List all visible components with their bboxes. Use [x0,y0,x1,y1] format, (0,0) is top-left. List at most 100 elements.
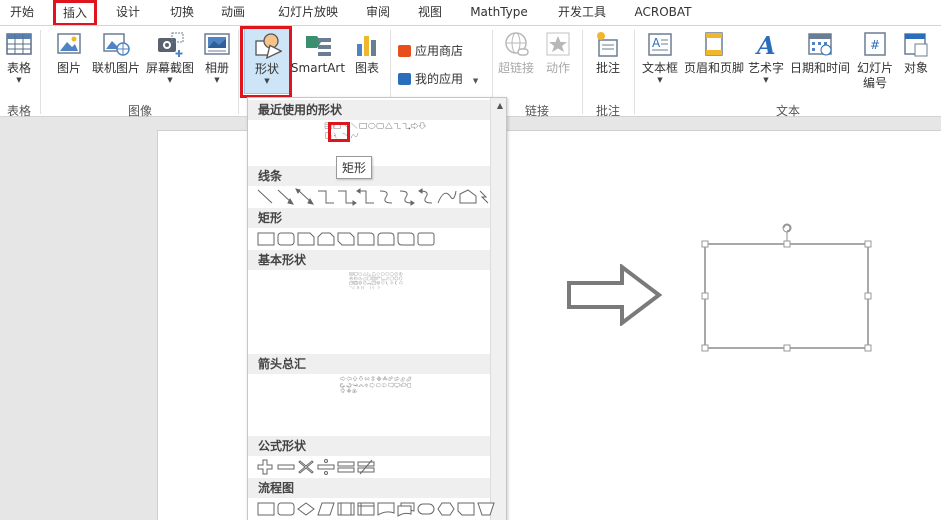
tab-transitions[interactable]: 切换 [162,0,202,26]
header-footer-label: 页眉和页脚 [683,61,744,75]
smartart-label: SmartArt [290,61,346,75]
wordart-label: 艺术字 [747,61,784,75]
section-equation-shapes: 公式形状 [248,436,490,456]
app-store-button[interactable]: 应用商店 [398,42,463,59]
hyperlink-button[interactable]: 超链接 [496,30,536,76]
chevron-down-icon: ▼ [16,76,22,84]
online-picture-button[interactable]: 联机图片 [88,30,144,76]
tab-view[interactable]: 视图 [410,0,450,26]
chart-icon [357,36,376,56]
svg-text:7: 7 [395,274,396,276]
tab-slideshow[interactable]: 幻灯片放映 [272,0,344,26]
online-picture-icon [103,33,130,56]
svg-text:#: # [870,38,880,52]
tooltip-rectangle: 矩形 [336,156,373,179]
section-basic-shapes: 基本形状 [248,250,490,270]
object-label: 对象 [903,61,928,75]
chevron-down-icon: ▼ [264,77,270,85]
textbox-button[interactable]: A 文本框 ▼ [640,30,680,84]
group-label-images: 图像 [127,104,152,118]
slide-number-label-line2: 编号 [862,76,887,90]
flowchart-row[interactable] [256,500,496,518]
scroll-up-icon[interactable]: ▲ [497,101,503,110]
online-picture-label: 联机图片 [91,61,140,75]
screenshot-icon [158,32,184,57]
date-time-label: 日期和时间 [789,61,850,75]
smartart-icon [306,36,331,56]
smartart-button[interactable]: SmartArt [290,30,346,76]
shapes-dropdown: ▲ 最近使用的形状 线条 矩形 基本形状 7 8 10 12 箭头总汇 公式形状… [247,97,507,520]
recent-shapes-row[interactable] [256,122,496,140]
divider [634,30,635,114]
screenshot-button[interactable]: 屏幕截图 ▼ [144,30,196,84]
tab-design[interactable]: 设计 [108,0,148,26]
shapes-button[interactable]: 形状 ▼ [244,28,290,94]
table-label: 表格 [6,61,31,75]
chevron-down-icon: ▼ [472,77,479,85]
photo-album-icon [204,33,230,55]
tab-acrobat[interactable]: ACROBAT [628,0,698,26]
action-button[interactable]: 动作 [540,30,576,76]
picture-button[interactable]: 图片 [52,30,86,76]
comment-icon [597,32,618,57]
screenshot-label: 屏幕截图 [145,61,194,75]
tab-review[interactable]: 审阅 [358,0,398,26]
block-arrows-grid[interactable] [256,376,496,394]
date-time-button[interactable]: 日期和时间 [788,30,852,76]
right-arrow-shape [567,264,662,326]
comment-button[interactable]: 批注 [590,30,626,76]
lines-row[interactable] [256,188,496,206]
equation-shapes-row[interactable] [256,458,496,476]
section-rectangles: 矩形 [248,208,490,228]
basic-shapes-grid[interactable]: 7 8 10 12 [256,272,496,290]
my-apps-label: 我的应用 [415,72,464,86]
rectangles-row[interactable] [256,230,496,248]
calendar-icon [808,33,832,56]
table-button[interactable]: 表格 ▼ [2,30,36,84]
section-recent-shapes: 最近使用的形状 [248,100,490,120]
picture-icon [57,33,81,54]
my-apps-button[interactable]: 我的应用 ▼ [398,70,478,87]
chart-button[interactable]: 图表 [350,30,384,76]
header-footer-button[interactable]: 页眉和页脚 [682,30,746,76]
comment-label: 批注 [595,61,620,75]
section-flowchart: 流程图 [248,478,490,498]
slide-number-button[interactable]: # 幻灯片 编号 [852,30,898,91]
group-label-table: 表格 [6,104,31,118]
section-block-arrows: 箭头总汇 [248,354,490,374]
svg-text:A: A [755,31,776,58]
table-icon [6,33,32,55]
selected-rectangle-shape[interactable] [698,218,878,356]
divider [40,30,41,114]
textbox-icon: A [648,33,672,56]
apps-icon [398,73,411,85]
star-action-icon [546,32,570,56]
shapes-icon [255,33,282,59]
chevron-down-icon: ▼ [657,76,663,84]
tab-insert[interactable]: 插入 [54,0,96,26]
chevron-down-icon: ▼ [214,76,220,84]
header-footer-icon [705,32,723,56]
wordart-icon: A [755,31,776,58]
photo-album-label: 相册 [204,61,229,75]
tab-animations[interactable]: 动画 [213,0,253,26]
dropdown-scrollbar[interactable]: ▲ [490,98,506,520]
chevron-down-icon: ▼ [167,76,173,84]
svg-text:A: A [652,36,661,50]
photo-album-button[interactable]: 相册 ▼ [200,30,234,84]
object-icon [904,33,928,57]
slide-number-icon: # [864,32,886,56]
wordart-button[interactable]: A 艺术字 ▼ [746,30,786,84]
store-icon [398,45,411,57]
object-button[interactable]: 对象 [898,30,934,76]
shapes-label: 形状 [254,62,279,76]
tab-home[interactable]: 开始 [0,0,44,26]
group-label-text: 文本 [775,104,800,118]
ribbon-tab-bar: 开始 插入 设计 切换 动画 幻灯片放映 审阅 视图 MathType 开发工具… [0,0,941,26]
app-store-label: 应用商店 [415,44,464,58]
chevron-down-icon: ▼ [763,76,769,84]
tab-developer[interactable]: 开发工具 [550,0,614,26]
tab-mathtype[interactable]: MathType [464,0,534,26]
hyperlink-label: 超链接 [497,61,534,75]
group-label-comments: 批注 [595,104,620,118]
